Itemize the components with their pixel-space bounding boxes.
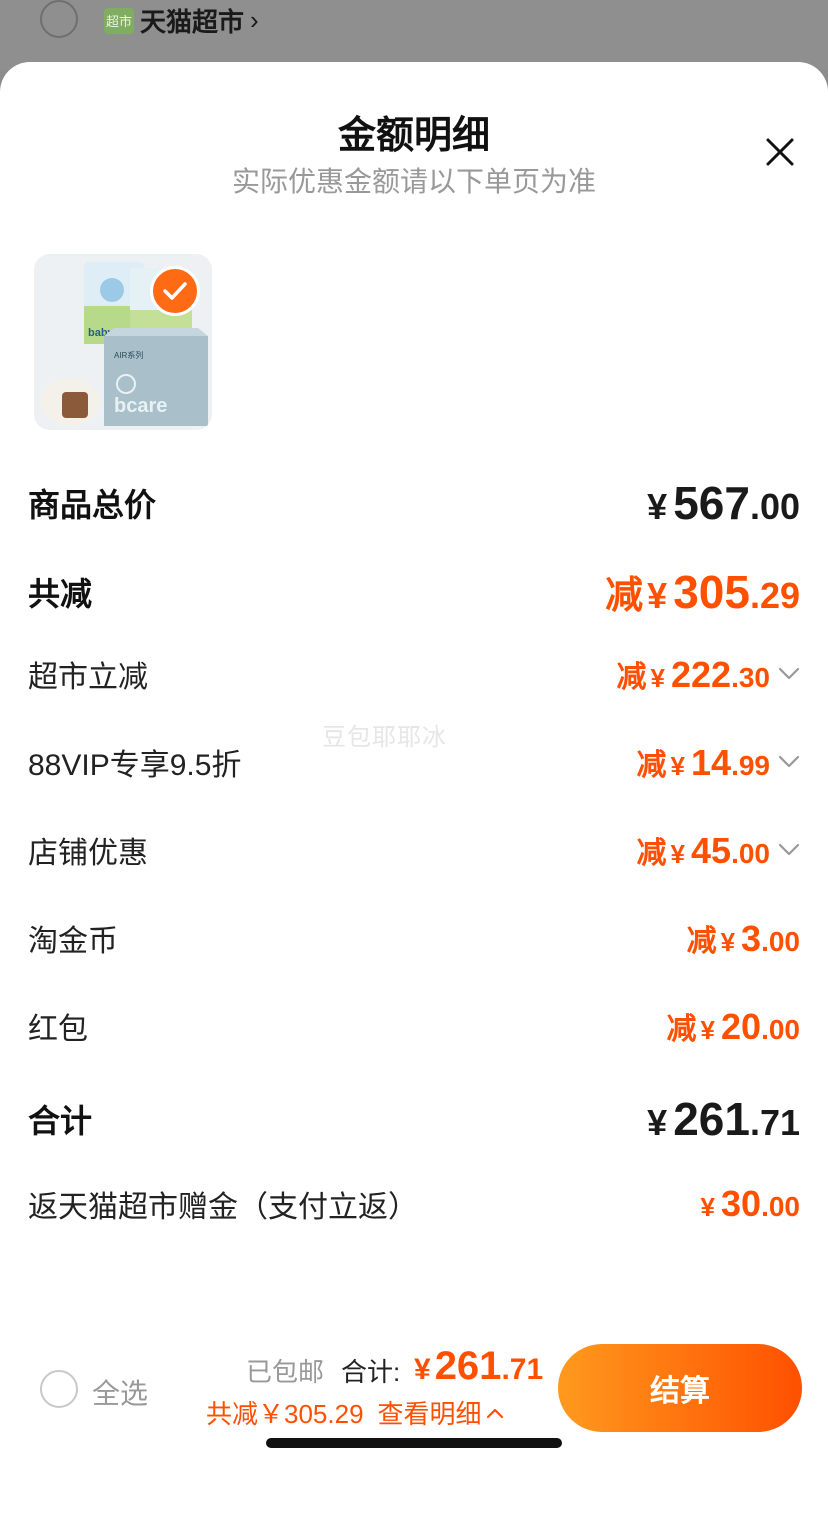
minus-prefix: 减 (666, 1013, 697, 1046)
amount-integer: 261 (434, 1344, 502, 1388)
amount-detail-sheet: 金额明细 实际优惠金额请以下单页为准 babycare AIR系列 bcare (0, 62, 828, 1531)
market-discount-amount: 减 ¥ 222 .30 (617, 652, 800, 696)
amount-decimal: .71 (501, 1353, 544, 1386)
total-amount: ¥ 261 .71 (647, 1092, 800, 1146)
currency-symbol: ¥ (647, 575, 668, 616)
store-name: 天猫超市 (140, 7, 245, 37)
vip-discount-amount: 减 ¥ 14 .99 (637, 740, 800, 784)
coins-amount: 减 ¥ 3 .00 (687, 916, 800, 960)
saved-summary[interactable]: 共减￥305.29 查看明细 (206, 1394, 504, 1431)
checkmark-icon (163, 282, 187, 300)
currency-symbol: ¥ (670, 839, 686, 869)
checkout-button[interactable]: 结算 (558, 1344, 802, 1432)
cashback-row: 返天猫超市赠金（支付立返） ¥ 30 .00 (28, 1182, 800, 1226)
amount-integer: 222 (670, 654, 732, 695)
chevron-down-icon[interactable] (778, 667, 800, 681)
total-discount-label: 共减 (28, 575, 93, 612)
red-packet-amount: 减 ¥ 20 .00 (667, 1004, 800, 1048)
minus-prefix: 减 (616, 661, 647, 694)
currency-symbol: ¥ (414, 1353, 431, 1386)
total-discount-amount: 减 ¥ 305 .29 (605, 564, 800, 619)
currency-symbol: ¥ (720, 927, 736, 957)
total-label: 合计 (28, 1103, 93, 1139)
subtotal-amount: ¥ 567 .00 (647, 476, 800, 530)
shop-discount-row[interactable]: 店铺优惠 减 ¥ 45 .00 (28, 828, 800, 872)
shop-discount-label: 店铺优惠 (28, 837, 148, 870)
sheet-title: 金额明细 (337, 115, 490, 157)
amount-decimal: .00 (761, 1014, 800, 1045)
amount-decimal: .00 (731, 838, 770, 869)
box-series-text: AIR系列 (114, 350, 143, 360)
coins-label: 淘金币 (28, 925, 118, 958)
subtotal-row: 商品总价 ¥ 567 .00 (28, 476, 800, 530)
amount-decimal: .71 (749, 1102, 800, 1143)
coins-row: 淘金币 减 ¥ 3 .00 (28, 916, 800, 960)
close-icon (766, 138, 794, 166)
bar-total-label: 合计: (341, 1357, 401, 1387)
chevron-right-icon: › (250, 5, 259, 35)
red-packet-label: 红包 (28, 1013, 88, 1046)
background-cart-header: 超市 天猫超市 › (0, 0, 828, 70)
total-row: 合计 ¥ 261 .71 (28, 1092, 800, 1146)
svg-text:bcare: bcare (114, 395, 167, 417)
chevron-down-icon[interactable] (778, 843, 800, 857)
market-discount-label: 超市立减 (28, 661, 148, 694)
currency-symbol: ¥ (700, 1192, 716, 1222)
vip-discount-row[interactable]: 88VIP专享9.5折 减 ¥ 14 .99 (28, 740, 800, 784)
cashback-label: 返天猫超市赠金（支付立返） (28, 1191, 418, 1224)
home-indicator (266, 1438, 562, 1448)
subtotal-label: 商品总价 (28, 487, 157, 523)
chevron-down-icon[interactable] (778, 755, 800, 769)
select-all-radio[interactable] (40, 1370, 78, 1408)
currency-symbol: ¥ (647, 1102, 668, 1143)
currency-symbol: ¥ (670, 751, 686, 781)
minus-prefix: 减 (636, 837, 667, 870)
minus-prefix: 减 (605, 575, 644, 617)
vip-discount-label: 88VIP专享9.5折 (28, 749, 242, 782)
store-link[interactable]: 超市 天猫超市 › (104, 2, 259, 39)
checkout-bar: 全选 已包邮 合计: ¥ 261 .71 共减￥305.29 查看明细 结算 (0, 1344, 828, 1444)
tmall-supermarket-logo: 超市 (104, 7, 134, 34)
amount-decimal: .29 (749, 575, 800, 616)
amount-integer: 14 (691, 742, 732, 783)
amount-integer: 30 (721, 1183, 762, 1224)
amount-decimal: .99 (731, 750, 770, 781)
amount-decimal: .00 (749, 486, 800, 527)
minus-prefix: 减 (636, 749, 667, 782)
amount-integer: 3 (741, 918, 762, 959)
total-discount-row: 共减 减 ¥ 305 .29 (28, 564, 800, 619)
shipping-text: 已包邮 (246, 1357, 325, 1387)
amount-decimal: .00 (761, 1191, 800, 1222)
red-packet-row: 红包 减 ¥ 20 .00 (28, 1004, 800, 1048)
shop-discount-amount: 减 ¥ 45 .00 (637, 828, 800, 872)
saved-text: 共减￥305.29 (206, 1399, 364, 1429)
amount-integer: 20 (721, 1006, 762, 1047)
amount-integer: 261 (673, 1093, 750, 1145)
close-button[interactable] (760, 132, 800, 172)
market-discount-row[interactable]: 超市立减 减 ¥ 222 .30 (28, 652, 800, 696)
chevron-up-icon[interactable] (486, 1407, 504, 1419)
amount-integer: 567 (673, 477, 750, 529)
amount-integer: 305 (673, 566, 750, 618)
bar-total-amount: ¥ 261 .71 (414, 1344, 543, 1389)
minus-prefix: 减 (686, 925, 717, 958)
select-all-label[interactable]: 全选 (92, 1372, 148, 1412)
amount-decimal: .30 (731, 662, 770, 693)
amount-integer: 45 (691, 830, 732, 871)
view-detail-link[interactable]: 查看明细 (378, 1394, 482, 1431)
sheet-subtitle: 实际优惠金额请以下单页为准 (231, 166, 596, 197)
currency-symbol: ¥ (700, 1015, 716, 1045)
cashback-amount: ¥ 30 .00 (701, 1183, 800, 1225)
amount-decimal: .00 (761, 926, 800, 957)
currency-symbol: ¥ (650, 663, 665, 693)
store-select-radio[interactable] (40, 0, 78, 38)
currency-symbol: ¥ (647, 486, 668, 527)
product-selected-badge[interactable] (150, 266, 200, 316)
